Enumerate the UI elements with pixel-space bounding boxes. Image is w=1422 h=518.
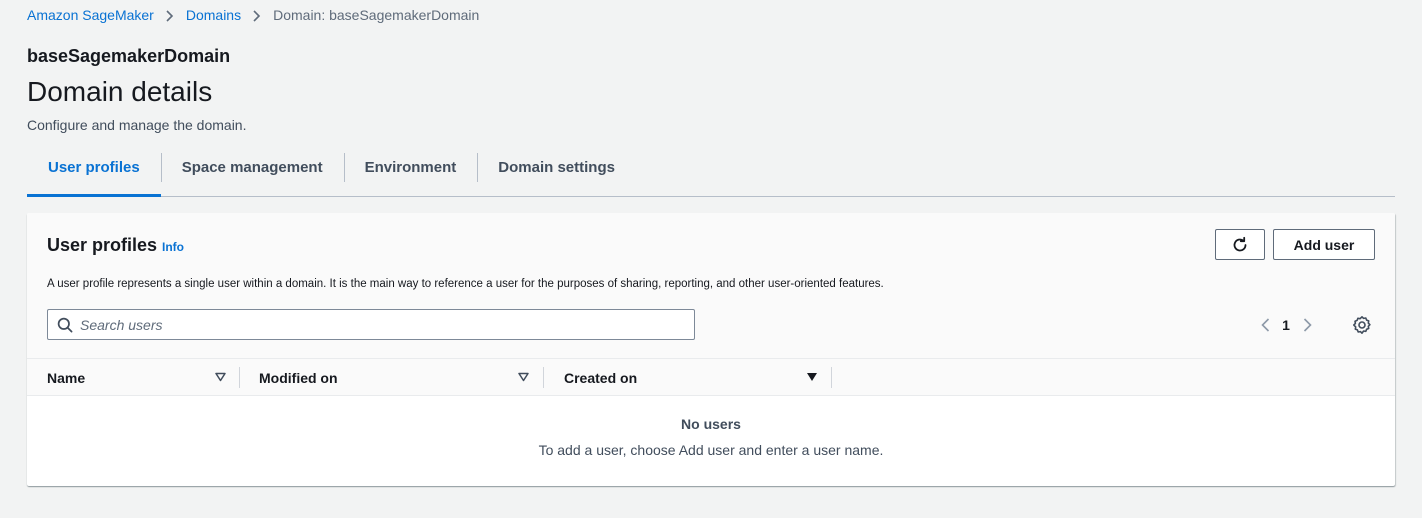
empty-state-description: To add a user, choose Add user and enter…	[538, 442, 884, 458]
column-header-modified-on[interactable]: Modified on	[259, 359, 529, 396]
breadcrumb-sagemaker-link[interactable]: Amazon SageMaker	[27, 7, 154, 23]
page-number[interactable]: 1	[1271, 317, 1301, 333]
refresh-icon	[1233, 236, 1247, 251]
tab-environment[interactable]: Environment	[343, 153, 478, 196]
page-description: Configure and manage the domain.	[27, 117, 247, 133]
search-field	[47, 309, 695, 340]
tab-bar: User profiles Space management Environme…	[27, 153, 1395, 197]
tab-label: User profiles	[48, 159, 140, 176]
search-input[interactable]	[48, 310, 694, 339]
tab-space-management[interactable]: Space management	[160, 153, 344, 196]
panel-description: A user profile represents a single user …	[47, 278, 884, 290]
info-link[interactable]: Info	[162, 240, 184, 254]
preferences-button[interactable]	[1352, 315, 1372, 335]
chevron-left-icon	[1260, 318, 1269, 332]
breadcrumb: Amazon SageMaker Domains Domain: baseSag…	[27, 7, 479, 23]
tab-user-profiles[interactable]: User profiles	[27, 153, 161, 197]
search-icon	[57, 317, 73, 333]
tab-label: Environment	[364, 159, 457, 176]
pagination: 1	[1259, 314, 1313, 336]
page-title: Domain details	[27, 76, 213, 107]
domain-name: baseSagemakerDomain	[27, 46, 231, 66]
column-divider	[543, 367, 544, 388]
panel-title: User profiles	[47, 235, 158, 255]
chevron-right-icon	[1303, 318, 1312, 332]
column-label: Modified on	[259, 369, 338, 386]
breadcrumb-current: Domain: baseSagemakerDomain	[273, 7, 480, 23]
breadcrumb-domains-link[interactable]: Domains	[186, 7, 241, 23]
column-header-created-on[interactable]: Created on	[564, 359, 824, 396]
sort-icon	[215, 372, 226, 382]
column-label: Name	[47, 369, 86, 386]
panel-header: User profiles Info A user profile repres…	[27, 213, 1395, 358]
add-user-button[interactable]: Add user	[1273, 229, 1375, 260]
gear-icon	[1353, 316, 1371, 334]
chevron-right-icon	[247, 7, 267, 23]
sort-icon	[518, 372, 529, 382]
page: Amazon SageMaker Domains Domain: baseSag…	[0, 0, 1422, 518]
empty-state-title: No users	[681, 416, 741, 432]
previous-page-button[interactable]	[1259, 317, 1271, 333]
tab-domain-settings[interactable]: Domain settings	[477, 153, 636, 196]
column-header-name[interactable]: Name	[47, 359, 237, 396]
column-label: Created on	[564, 369, 638, 386]
sort-descending-icon	[807, 373, 817, 381]
refresh-button[interactable]	[1215, 229, 1265, 260]
column-divider	[831, 367, 832, 388]
table-header: Name Modified on Created on	[27, 358, 1395, 396]
tab-label: Domain settings	[498, 159, 615, 176]
next-page-button[interactable]	[1301, 317, 1313, 333]
tab-label: Space management	[181, 159, 323, 176]
user-profiles-panel: User profiles Info A user profile repres…	[27, 213, 1395, 486]
column-divider	[239, 367, 240, 388]
chevron-right-icon	[160, 7, 180, 23]
